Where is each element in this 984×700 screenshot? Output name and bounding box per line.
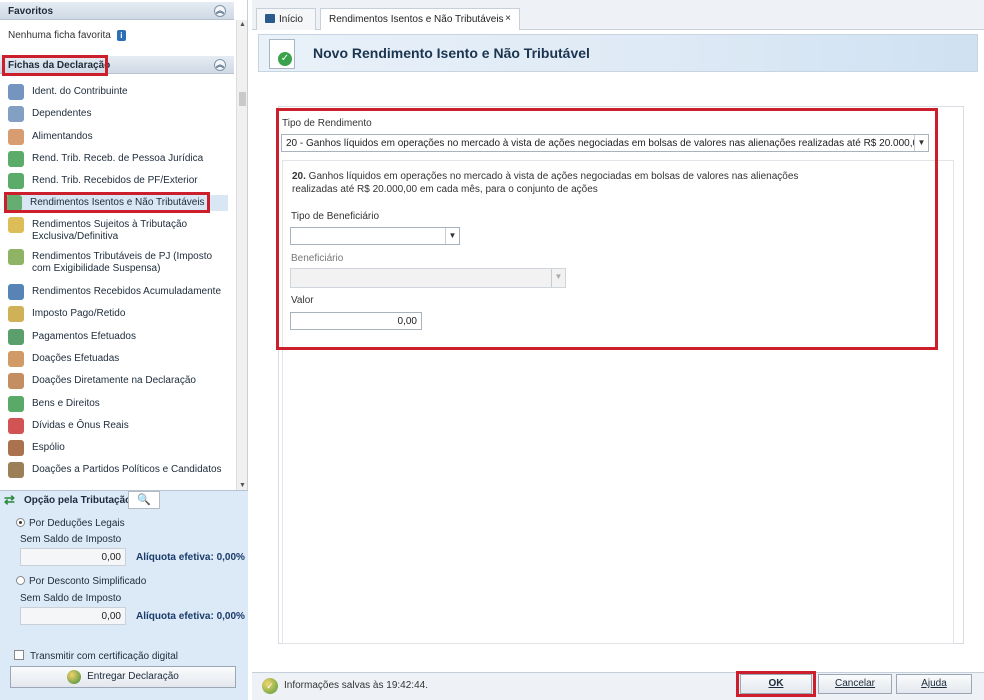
- dollar-icon: [8, 396, 24, 412]
- sidebar-item-label: Imposto Pago/Retido: [32, 308, 126, 319]
- sidebar-item[interactable]: Rendimentos Tributáveis de PJ (Imposto c…: [8, 249, 230, 275]
- tax-option-panel: ⇄ Opção pela Tributação: 🔍 Por Deduções …: [0, 490, 248, 700]
- sidebar-item-label: Rendimentos Recebidos Acumuladamente: [32, 286, 221, 297]
- selected-item-highlight: [4, 192, 210, 213]
- transmit-checkbox[interactable]: [14, 650, 24, 660]
- sidebar-item[interactable]: Imposto Pago/Retido: [8, 306, 230, 322]
- collapse-fichas-icon[interactable]: ︽: [214, 59, 226, 71]
- family-icon: [8, 129, 24, 145]
- money-arrow-icon: [8, 173, 24, 189]
- globe-icon: [67, 670, 82, 684]
- cancel-button[interactable]: Cancelar: [818, 674, 892, 694]
- sidebar-item-label: Rendimentos Sujeitos à Tributação Exclus…: [32, 219, 188, 242]
- dependents-icon: [8, 106, 24, 122]
- sidebar-item-label: Dívidas e Ônus Reais: [32, 420, 129, 431]
- sidebar-item-label: Bens e Direitos: [32, 398, 100, 409]
- sidebar-item[interactable]: Rendimentos Recebidos Acumuladamente: [8, 284, 230, 300]
- money-arrow-icon: [8, 151, 24, 167]
- favorites-title: Favoritos: [8, 6, 54, 17]
- sidebar-item[interactable]: Ident. do Contribuinte: [8, 84, 230, 100]
- no-favorites: Nenhuma ficha favorita i: [8, 30, 126, 41]
- form-highlight: [276, 108, 938, 350]
- sidebar-item-label: Rendimentos Tributáveis de PJ (Imposto c…: [32, 251, 213, 274]
- search-icon: 🔍: [137, 494, 151, 506]
- search-button[interactable]: 🔍: [128, 491, 160, 509]
- sidebar-item[interactable]: Espólio: [8, 440, 230, 456]
- recycle-icon: ⇄: [4, 492, 15, 507]
- favorites-header[interactable]: Favoritos ︽: [0, 2, 234, 20]
- card-icon: [8, 329, 24, 345]
- status-text: Informações salvas às 19:42:44.: [284, 680, 428, 691]
- sidebar-item[interactable]: Dependentes: [8, 106, 230, 122]
- deductions-rate: Alíquota efetiva: 0,00%: [136, 552, 245, 563]
- sidebar-item-label: Pagamentos Efetuados: [32, 331, 136, 342]
- document-warning-icon: [8, 217, 24, 233]
- sidebar-item[interactable]: Pagamentos Efetuados: [8, 329, 230, 345]
- sidebar-item-label: Ident. do Contribuinte: [32, 86, 128, 97]
- person-icon: [8, 84, 24, 100]
- people-gift-icon: [8, 373, 24, 389]
- home-icon: [265, 14, 275, 23]
- sidebar-item[interactable]: Dívidas e Ônus Reais: [8, 418, 230, 434]
- simplified-rate: Alíquota efetiva: 0,00%: [136, 611, 245, 622]
- deductions-value: 0,00: [20, 548, 126, 566]
- tax-option-title: ⇄ Opção pela Tributação:: [4, 492, 135, 507]
- sidebar-item[interactable]: Doações Efetuadas: [8, 351, 230, 367]
- scroll-down-icon[interactable]: ▼: [239, 482, 246, 489]
- fichas-scrollbar[interactable]: ▲ ▼: [236, 20, 247, 490]
- sidebar-item-label: Doações Diretamente na Declaração: [32, 375, 196, 386]
- sidebar-item[interactable]: Doações a Partidos Políticos e Candidato…: [8, 462, 230, 478]
- saved-check-icon: ✓: [262, 678, 278, 694]
- sidebar-item-label: Doações a Partidos Políticos e Candidato…: [32, 464, 222, 475]
- arrow-down-icon: [8, 418, 24, 434]
- sidebar-item-label: Doações Efetuadas: [32, 353, 120, 364]
- refresh-icon: [8, 284, 24, 300]
- sidebar-item[interactable]: Rend. Trib. Receb. de Pessoa Jurídica: [8, 151, 230, 167]
- sidebar-item[interactable]: Doações Diretamente na Declaração: [8, 373, 230, 389]
- sidebar-item-label: Alimentandos: [32, 131, 93, 142]
- simplified-option[interactable]: Por Desconto Simplificado: [16, 576, 146, 587]
- deliver-button[interactable]: Entregar Declaração: [10, 666, 236, 688]
- sidebar-item-label: Rend. Trib. Receb. de Pessoa Jurídica: [32, 153, 204, 164]
- sidebar-item[interactable]: Bens e Direitos: [8, 396, 230, 412]
- scroll-up-icon[interactable]: ▲: [239, 21, 246, 28]
- help-button[interactable]: Ajuda: [896, 674, 972, 694]
- money-warning-icon: [8, 249, 24, 265]
- gift-icon: [8, 351, 24, 367]
- collapse-favorites-icon[interactable]: ︽: [214, 5, 226, 17]
- ok-highlight: [736, 671, 816, 697]
- briefcase-icon: [8, 440, 24, 456]
- sidebar-item-label: Espólio: [32, 442, 65, 453]
- fichas-highlight: [2, 55, 108, 76]
- simplified-status: Sem Saldo de Imposto: [20, 593, 122, 604]
- simplified-radio[interactable]: [16, 576, 25, 585]
- document-check-icon: ✓: [269, 39, 295, 69]
- deductions-radio[interactable]: [16, 518, 25, 527]
- tab-rendimentos[interactable]: Rendimentos Isentos e Não Tributáveis ×: [320, 8, 520, 30]
- deductions-status: Sem Saldo de Imposto: [20, 534, 122, 545]
- transmit-option[interactable]: Transmitir com certificação digital: [14, 650, 178, 662]
- lock-icon: [8, 462, 24, 478]
- left-panel: Favoritos ︽ Nenhuma ficha favorita i Fic…: [0, 0, 248, 700]
- sidebar-item[interactable]: Rendimentos Sujeitos à Tributação Exclus…: [8, 217, 230, 243]
- scroll-thumb[interactable]: [239, 92, 246, 106]
- page-title: Novo Rendimento Isento e Não Tributável: [313, 45, 590, 61]
- sidebar-item[interactable]: Rend. Trib. Recebidos de PF/Exterior: [8, 173, 230, 189]
- simplified-value: 0,00: [20, 607, 126, 625]
- no-favorites-text: Nenhuma ficha favorita: [8, 30, 111, 41]
- tab-bar: Início Rendimentos Isentos e Não Tributá…: [252, 0, 984, 30]
- info-icon[interactable]: i: [116, 30, 126, 41]
- tab-home[interactable]: Início: [256, 8, 316, 30]
- sidebar-item-label: Rend. Trib. Recebidos de PF/Exterior: [32, 175, 198, 186]
- close-tab-icon[interactable]: ×: [505, 13, 511, 24]
- coins-hand-icon: [8, 306, 24, 322]
- sidebar-item-label: Dependentes: [32, 108, 92, 119]
- page-banner: ✓ Novo Rendimento Isento e Não Tributáve…: [258, 34, 978, 72]
- deductions-option[interactable]: Por Deduções Legais: [16, 518, 125, 529]
- sidebar-item[interactable]: Alimentandos: [8, 129, 230, 145]
